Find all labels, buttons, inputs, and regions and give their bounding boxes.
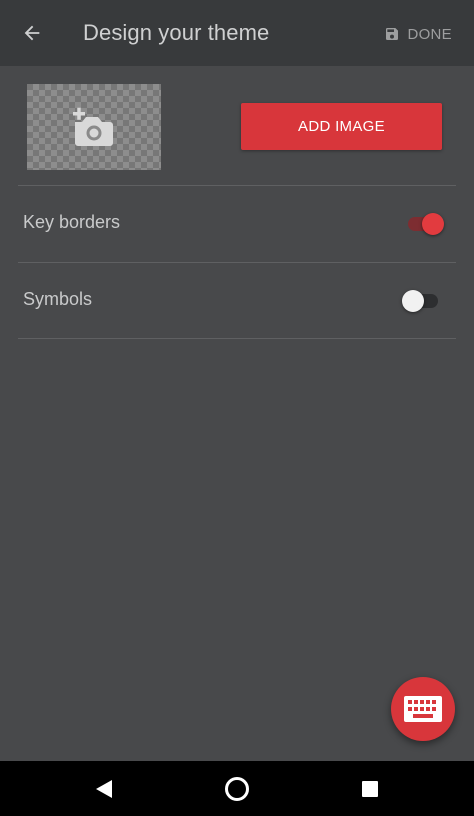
nav-recents-button[interactable]	[346, 768, 394, 810]
nav-back-icon	[96, 780, 112, 798]
divider	[18, 338, 456, 339]
nav-home-button[interactable]	[213, 768, 261, 810]
nav-back-button[interactable]	[80, 768, 128, 810]
theme-designer-screen: Design your theme DONE ADD IMAGE Key bor…	[0, 0, 474, 816]
add-image-button[interactable]: ADD IMAGE	[241, 103, 442, 150]
nav-recents-icon	[362, 781, 378, 797]
setting-symbols[interactable]: Symbols	[18, 263, 456, 339]
arrow-back-icon	[24, 25, 40, 41]
switch-thumb	[402, 290, 424, 312]
keyboard-icon	[404, 696, 442, 722]
app-bar: Design your theme DONE	[0, 0, 474, 66]
nav-home-icon	[225, 777, 249, 801]
page-title: Design your theme	[83, 20, 270, 45]
back-button[interactable]	[8, 9, 56, 57]
symbols-switch[interactable]	[402, 288, 438, 314]
setting-label: Symbols	[23, 289, 93, 309]
system-navigation-bar	[0, 761, 474, 816]
keyboard-preview-fab[interactable]	[391, 677, 455, 741]
done-button[interactable]: DONE	[384, 18, 452, 50]
switch-thumb	[422, 213, 444, 235]
setting-label: Key borders	[23, 212, 121, 232]
background-image-preview[interactable]	[27, 84, 161, 170]
key-borders-switch[interactable]	[408, 211, 444, 237]
save-icon	[386, 28, 399, 40]
add-photo-icon	[73, 107, 113, 146]
done-label: DONE	[407, 25, 452, 43]
setting-key-borders[interactable]: Key borders	[18, 186, 456, 262]
